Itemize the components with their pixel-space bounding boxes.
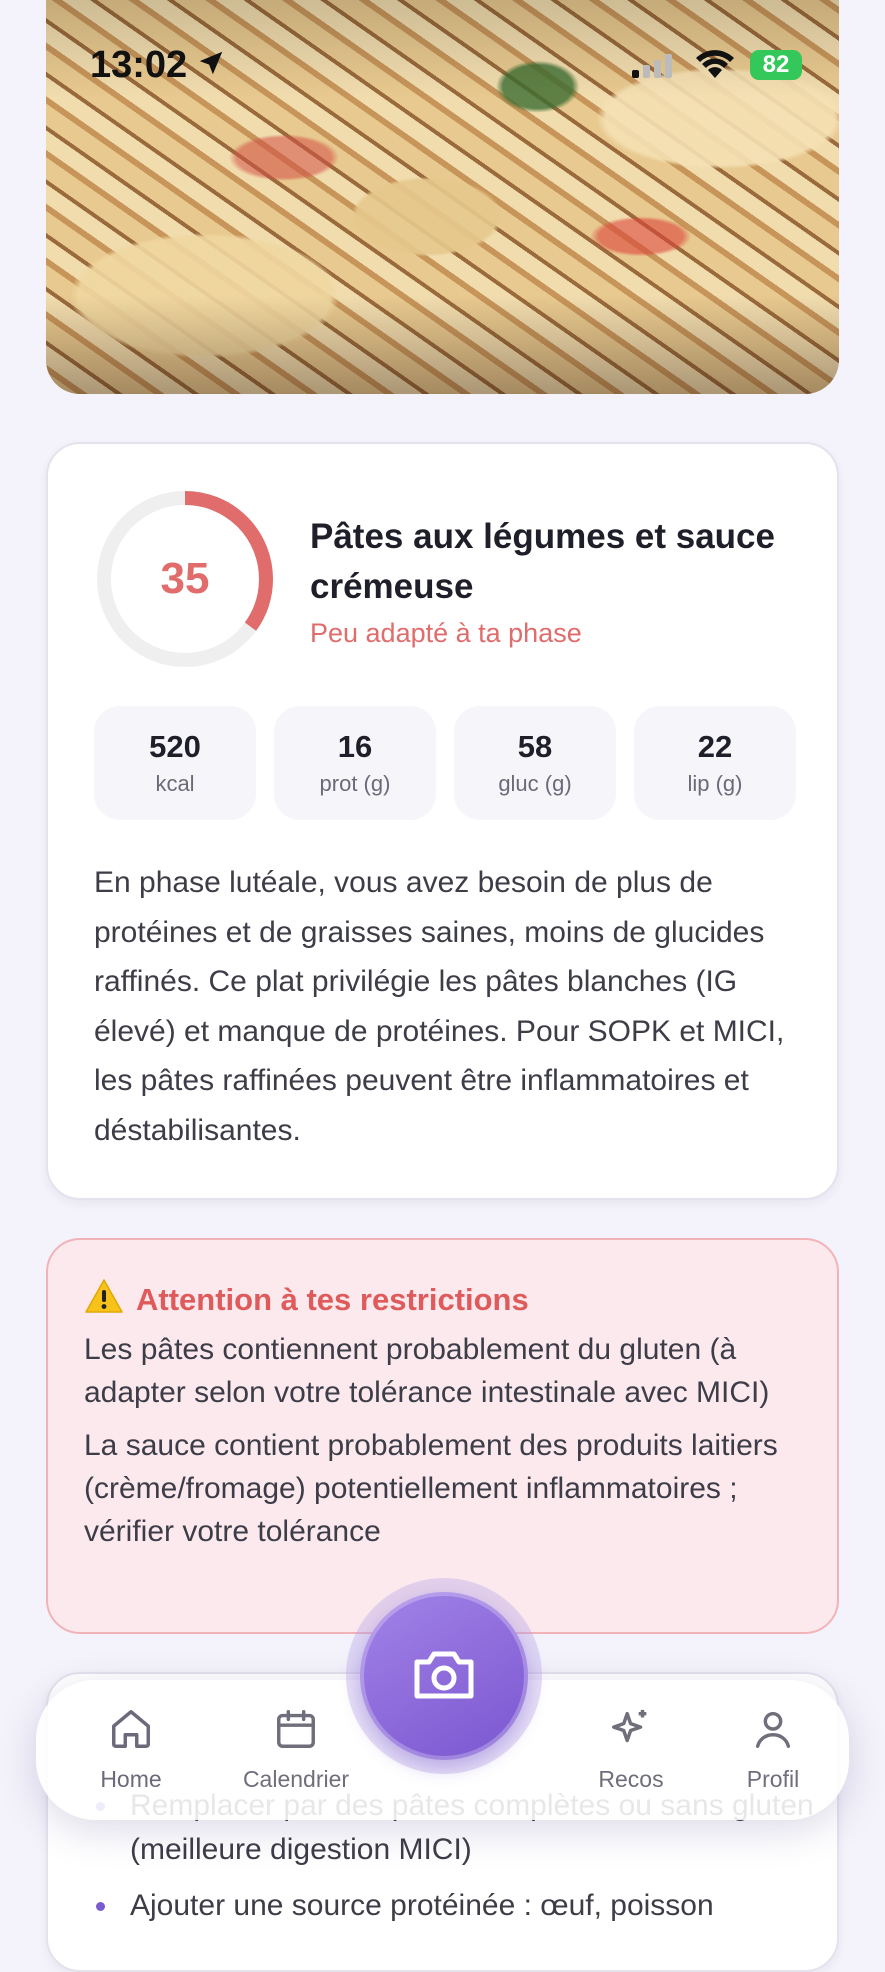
calendar-icon — [273, 1706, 319, 1758]
warning-item: Les pâtes contiennent probablement du gl… — [84, 1333, 770, 1409]
score-value: 35 — [160, 554, 210, 603]
macro-unit: kcal — [155, 771, 195, 796]
macro-unit: gluc (g) — [498, 771, 572, 796]
suggestion-item: Ajouter une source protéinée : œuf, pois… — [94, 1884, 814, 1928]
warning-icon — [84, 1278, 124, 1322]
dish-title: Pâtes aux légumes et sauce crémeuse — [310, 517, 775, 606]
nav-recos[interactable]: Recos — [576, 1706, 686, 1793]
macro-value: 16 — [337, 729, 373, 764]
macro-kcal: 520 kcal — [94, 706, 256, 820]
status-bar: 13:02 82 — [0, 0, 885, 130]
score-ring: 35 — [94, 488, 276, 670]
macro-value: 58 — [517, 729, 553, 764]
nav-home-label: Home — [100, 1766, 162, 1792]
nav-calendar-label: Calendrier — [242, 1766, 350, 1792]
macro-value: 22 — [697, 729, 733, 764]
home-icon — [108, 1706, 154, 1758]
macro-protein: 16 prot (g) — [274, 706, 436, 820]
status-time: 13:02 — [90, 44, 188, 86]
macro-fat: 22 lip (g) — [634, 706, 796, 820]
warning-title: Attention à tes restrictions — [136, 1282, 529, 1317]
macro-carbs: 58 gluc (g) — [454, 706, 616, 820]
phase-explanation: En phase lutéale, vous avez besoin de pl… — [94, 866, 785, 1147]
warning-list: Les pâtes contiennent probablement du gl… — [84, 1328, 814, 1563]
battery-indicator: 82 — [750, 50, 802, 80]
dish-verdict: Peu adapté à ta phase — [310, 618, 582, 648]
nav-home[interactable]: Home — [76, 1706, 186, 1793]
restrictions-warning-card: Attention à tes restrictions Les pâtes c… — [46, 1238, 839, 1634]
nav-profile-label: Profil — [746, 1766, 800, 1792]
macros-row: 520 kcal 16 prot (g) 58 gluc (g) 22 lip … — [94, 706, 796, 820]
macro-value: 520 — [149, 729, 201, 764]
nav-profile[interactable]: Profil — [718, 1706, 828, 1793]
warning-item: La sauce contient probablement des produ… — [84, 1429, 778, 1548]
meal-analysis-card: 35 Pâtes aux légumes et sauce crémeuse P… — [46, 442, 839, 1200]
camera-button-halo — [346, 1578, 542, 1774]
macro-unit: prot (g) — [319, 771, 391, 796]
nav-recos-label: Recos — [598, 1766, 664, 1792]
location-arrow-icon — [196, 48, 226, 83]
user-icon — [750, 1706, 796, 1758]
camera-icon — [411, 1646, 477, 1707]
nav-calendar[interactable]: Calendrier — [221, 1706, 371, 1793]
wifi-icon — [694, 50, 736, 85]
camera-button[interactable] — [360, 1592, 528, 1760]
warning-heading: Attention à tes restrictions — [84, 1278, 529, 1322]
sparkles-icon — [608, 1706, 654, 1758]
macro-unit: lip (g) — [687, 771, 743, 796]
cellular-signal-icon — [632, 54, 676, 83]
